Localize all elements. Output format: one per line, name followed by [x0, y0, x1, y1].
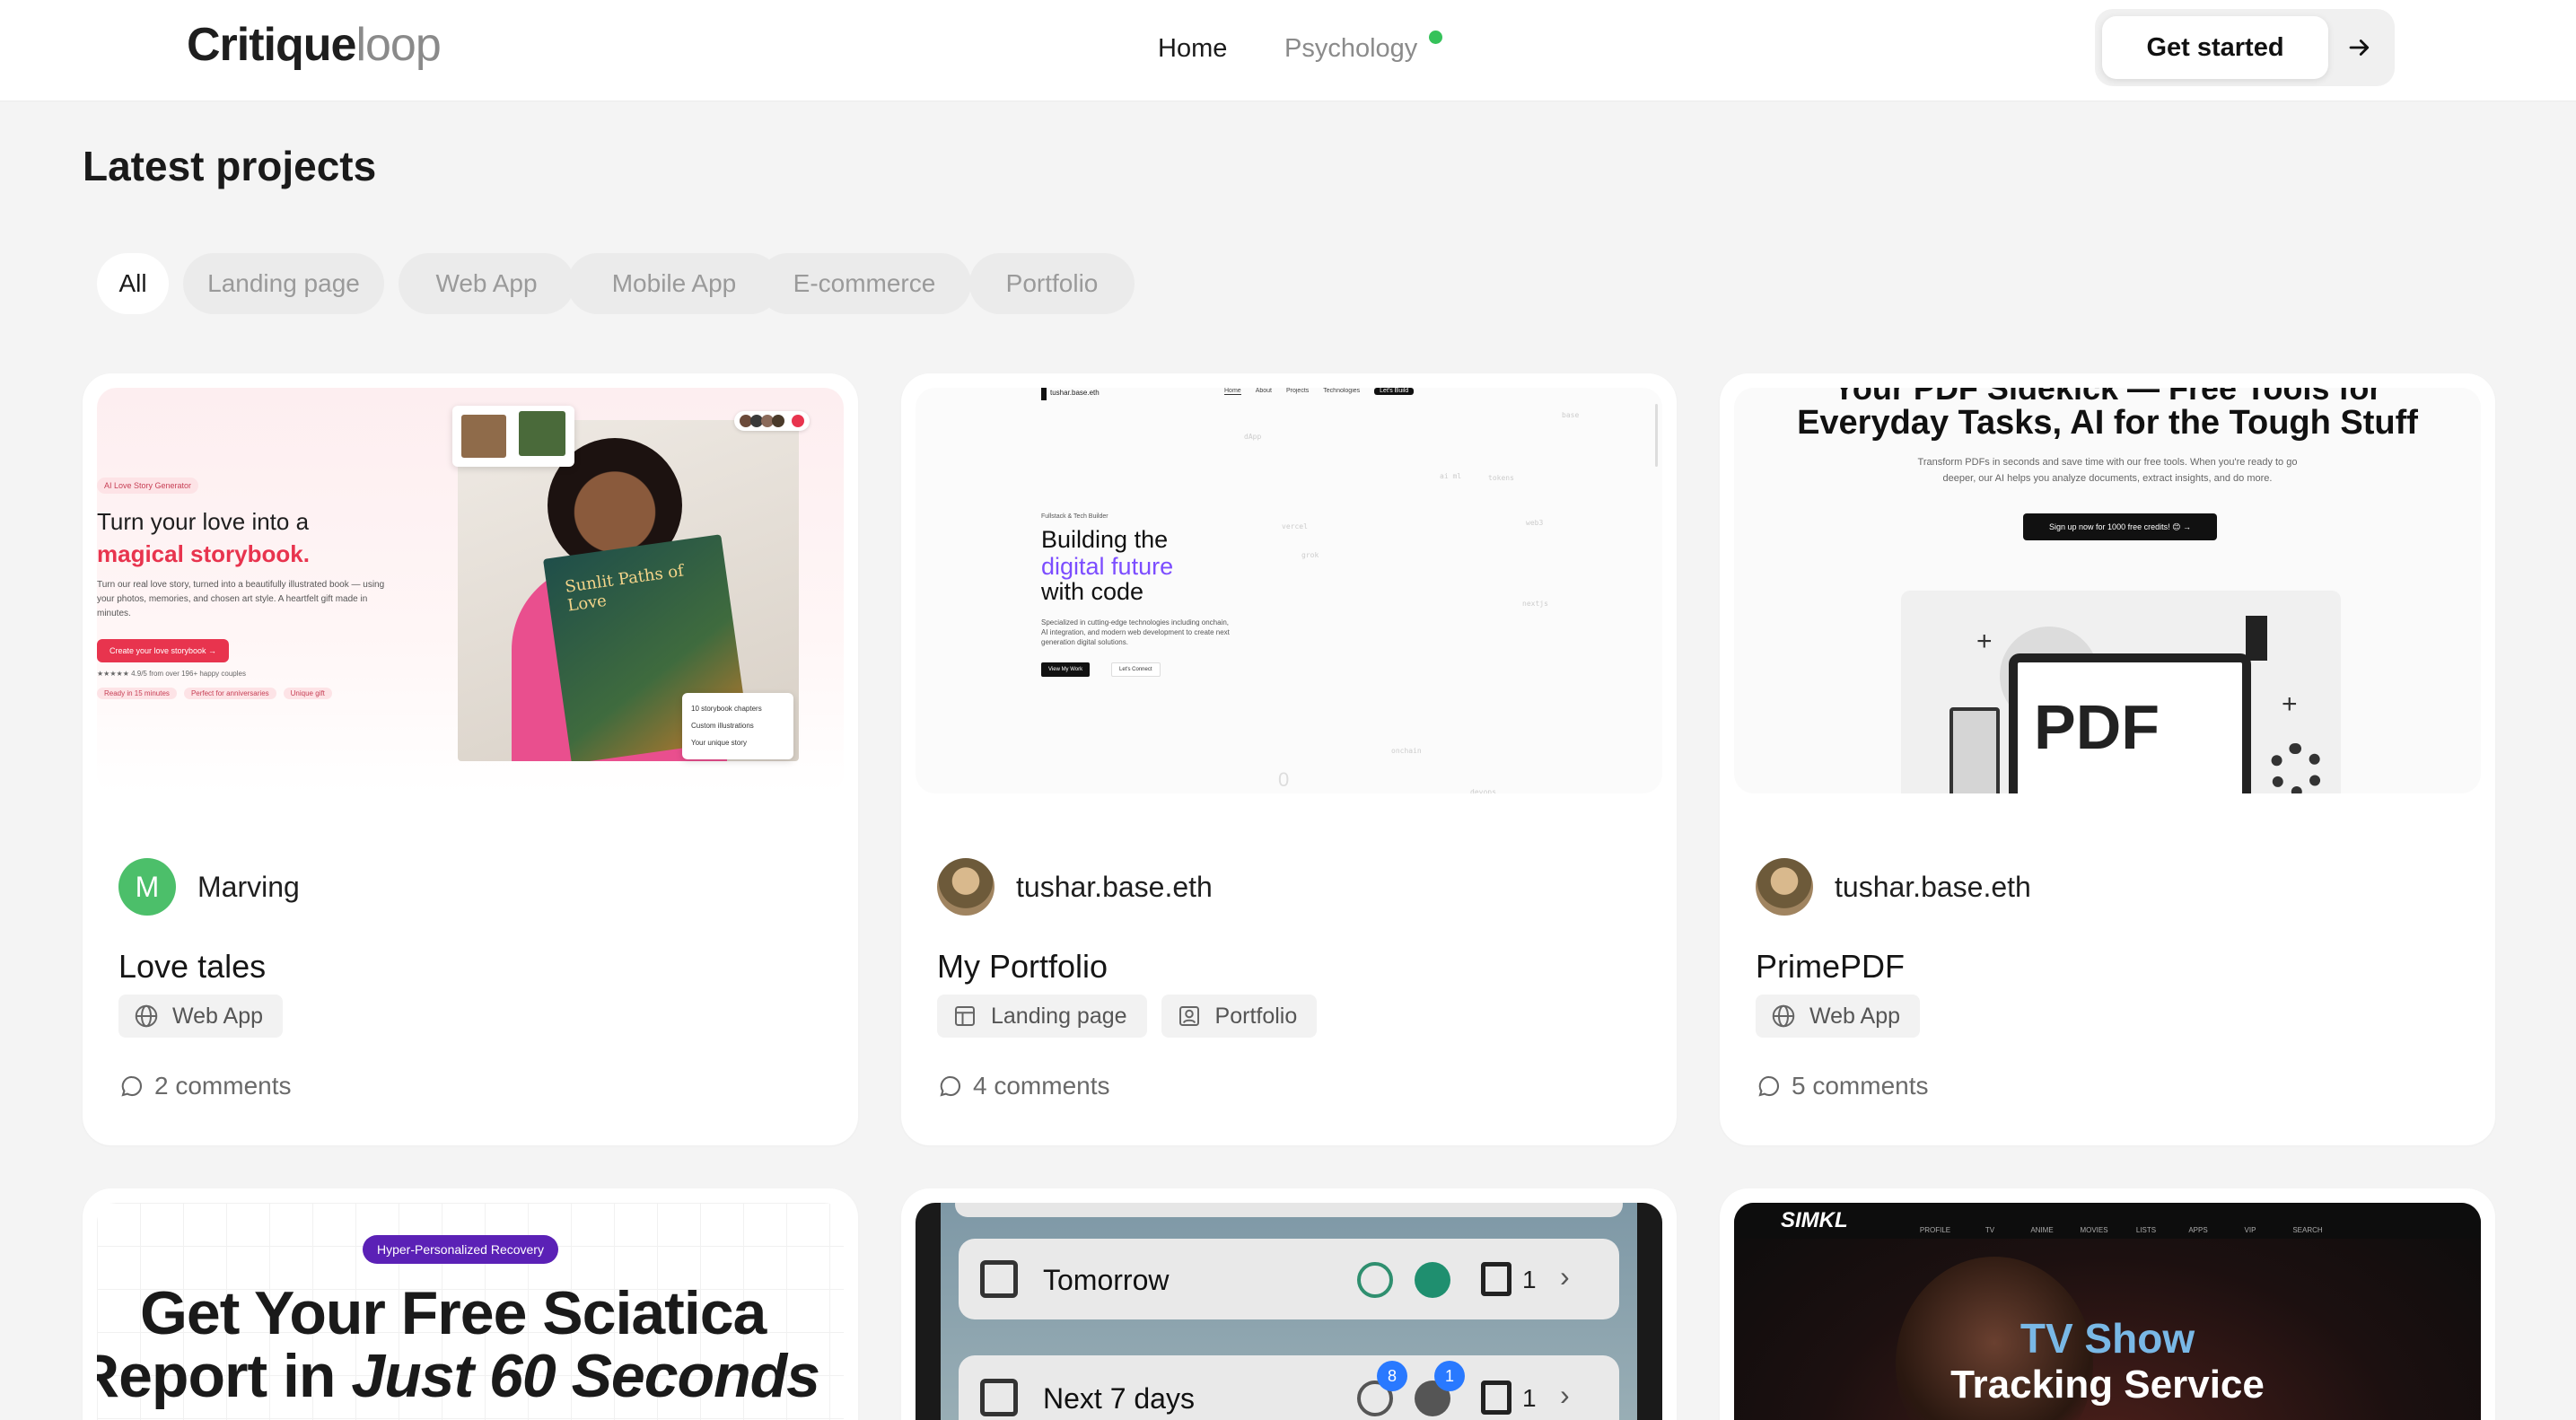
portfolio-kicker: Fullstack & Tech Builder: [1041, 513, 1108, 520]
project-tags: Web App: [1756, 995, 1921, 1038]
project-thumbnail[interactable]: AI Love Story Generator Turn your love i…: [97, 388, 844, 793]
portfolio-btn2: Let's Connect: [1111, 662, 1161, 677]
tag-landing-page[interactable]: Landing page: [937, 995, 1147, 1038]
project-card-sciatica[interactable]: Hyper-Personalized Recovery Get Your Fre…: [83, 1188, 858, 1420]
layout-icon: [955, 1006, 975, 1026]
filter-mobile-app[interactable]: Mobile App: [567, 253, 781, 314]
comments-count[interactable]: 2 comments: [118, 1072, 292, 1100]
pdf-body: Transform PDFs in seconds and save time …: [1917, 457, 2298, 484]
portfolio-h1: Building the: [1041, 526, 1169, 553]
hero-body: Turn our real love story, turned into a …: [97, 580, 385, 618]
project-card-simkl[interactable]: SIMKL PROFILE TV ANIME MOVIES LISTS APPS…: [1720, 1188, 2495, 1420]
tag-web-app[interactable]: Web App: [118, 995, 284, 1038]
user-portrait-icon: [1178, 1006, 1199, 1026]
project-thumbnail[interactable]: tushar.base.eth Home About Projects Tech…: [916, 388, 1662, 793]
project-thumbnail[interactable]: Your PDF Sidekick — Free Tools for Every…: [1734, 388, 2481, 793]
hero-thumbs: [452, 406, 574, 467]
project-title[interactable]: My Portfolio: [937, 948, 1108, 986]
project-card-love-tales[interactable]: AI Love Story Generator Turn your love i…: [83, 373, 858, 1145]
project-author[interactable]: tushar.base.eth: [937, 858, 1213, 916]
comment-icon: [121, 1075, 143, 1097]
avatar: M: [118, 858, 176, 916]
project-author[interactable]: M Marving: [118, 858, 300, 916]
pdf-cta: Sign up now for 1000 free credits! 😊 →: [2023, 513, 2217, 540]
pdf-label: PDF: [2034, 692, 2160, 762]
task-badge: 8: [1377, 1361, 1407, 1391]
comment-icon: [1758, 1075, 1780, 1097]
feature-list: 10 storybook chapters Custom illustratio…: [682, 693, 793, 759]
project-tags: Landing page Portfolio: [937, 995, 1318, 1038]
get-started-button[interactable]: Get started: [2102, 16, 2328, 79]
hero-cta-button: Create your love storybook →: [97, 639, 230, 662]
author-name: tushar.base.eth: [1835, 870, 2031, 903]
project-thumbnail[interactable]: Tomorrow 1 › Next 7 days 8 1 1 ›: [916, 1203, 1662, 1420]
project-card-primepdf[interactable]: Your PDF Sidekick — Free Tools for Every…: [1720, 373, 2495, 1145]
filter-portfolio[interactable]: Portfolio: [969, 253, 1135, 314]
task-row-next-7-days: Next 7 days 8 1 1 ›: [959, 1355, 1619, 1420]
sciatica-pill: Hyper-Personalized Recovery: [363, 1235, 558, 1264]
filter-web-app[interactable]: Web App: [399, 253, 574, 314]
project-thumbnail[interactable]: SIMKL PROFILE TV ANIME MOVIES LISTS APPS…: [1734, 1203, 2481, 1420]
hero-rating: ★★★★★ 4.9/5 from over 196+ happy couples: [97, 670, 246, 678]
pdf-illustration: + + PDF: [1901, 591, 2341, 793]
hero-badge: AI Love Story Generator: [97, 478, 199, 494]
globe-icon: [1772, 1004, 1795, 1028]
project-thumbnail[interactable]: Hyper-Personalized Recovery Get Your Fre…: [97, 1203, 844, 1420]
simkl-logo: SIMKL: [1781, 1208, 1848, 1232]
sciatica-line1: Get Your Free Sciatica: [140, 1279, 767, 1347]
comment-icon: [940, 1075, 961, 1097]
hero-pills: Ready in 15 minutes Perfect for annivers…: [97, 688, 332, 699]
filter-landing-page[interactable]: Landing page: [183, 253, 384, 314]
tag-portfolio[interactable]: Portfolio: [1161, 995, 1318, 1038]
project-title[interactable]: PrimePDF: [1756, 948, 1905, 986]
hero-headline-accent: magical storybook.: [97, 540, 310, 567]
project-card-tasks[interactable]: Tomorrow 1 › Next 7 days 8 1 1 ›: [901, 1188, 1677, 1420]
avatar-stack: [734, 411, 810, 431]
comments-count[interactable]: 5 comments: [1756, 1072, 1929, 1100]
filter-e-commerce[interactable]: E-commerce: [758, 253, 971, 314]
simkl-line2: Tracking Service: [1950, 1363, 2265, 1407]
new-indicator-dot: [1429, 31, 1442, 44]
globe-icon: [135, 1004, 158, 1028]
project-title[interactable]: Love tales: [118, 948, 266, 986]
pdf-headline: Everyday Tasks, AI for the Tough Stuff: [1797, 404, 2418, 442]
tag-web-app[interactable]: Web App: [1756, 995, 1921, 1038]
comments-count[interactable]: 4 comments: [937, 1072, 1110, 1100]
section-title: Latest projects: [83, 143, 377, 189]
get-started-group: Get started: [2095, 9, 2395, 86]
project-author[interactable]: tushar.base.eth: [1756, 858, 2031, 916]
nav-home-link[interactable]: Home: [1158, 34, 1227, 64]
filter-all[interactable]: All: [97, 253, 169, 314]
nav-psychology-link[interactable]: Psychology: [1284, 34, 1417, 64]
avatar: [1756, 858, 1813, 916]
project-card-my-portfolio[interactable]: tushar.base.eth Home About Projects Tech…: [901, 373, 1677, 1145]
task-badge: 1: [1434, 1361, 1465, 1391]
avatar: [937, 858, 994, 916]
project-tags: Web App: [118, 995, 284, 1038]
top-navbar: Critiqueloop Home Psychology Get started: [0, 0, 2576, 101]
portfolio-nav: Home About Projects Technologies Let's B…: [1224, 388, 1415, 395]
thumb-scrollbar: [1655, 404, 1658, 467]
task-row-tomorrow: Tomorrow 1 ›: [959, 1239, 1619, 1319]
simkl-line1: TV Show: [2020, 1315, 2195, 1362]
portfolio-body: Specialized in cutting-edge technologies…: [1041, 618, 1230, 646]
author-name: tushar.base.eth: [1016, 870, 1213, 903]
hero-headline: Turn your love into a: [97, 508, 310, 535]
portfolio-h2: digital future: [1041, 553, 1174, 580]
critiqueloop-logo[interactable]: Critiqueloop: [187, 18, 442, 72]
portfolio-h3: with code: [1041, 578, 1144, 605]
portfolio-btn1: View My Work: [1041, 662, 1091, 677]
arrow-right-icon[interactable]: [2339, 27, 2380, 68]
simkl-nav: PROFILE TV ANIME MOVIES LISTS APPS VIP S…: [1919, 1226, 2323, 1234]
sciatica-line2: Report in Just 60 Seconds: [97, 1342, 820, 1410]
portfolio-brand: tushar.base.eth: [1050, 389, 1100, 397]
author-name: Marving: [197, 870, 300, 903]
